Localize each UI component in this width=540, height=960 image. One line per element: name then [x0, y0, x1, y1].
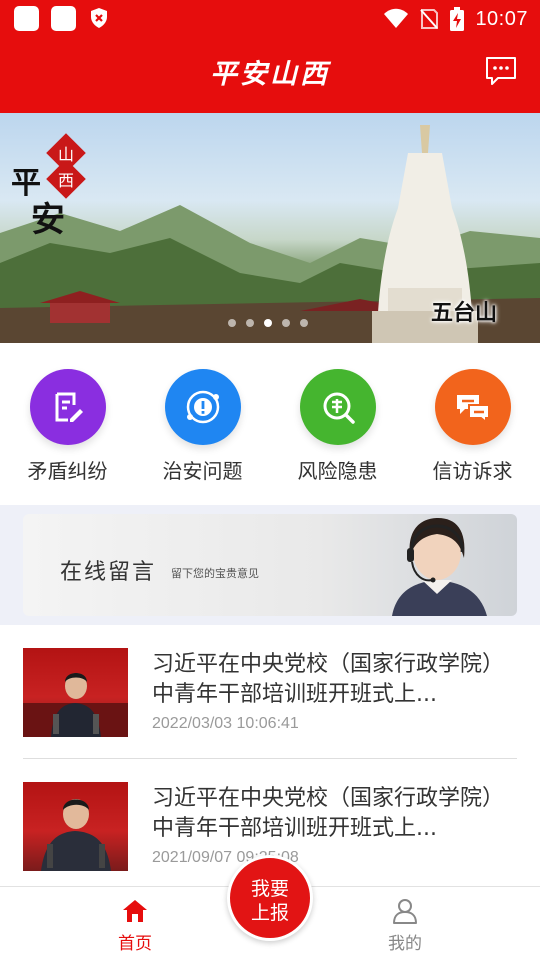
user-icon — [393, 899, 417, 924]
carousel-dot[interactable] — [228, 319, 236, 327]
chat-bubbles-icon — [434, 369, 511, 445]
svg-text:安: 安 — [31, 200, 65, 240]
quick-item-label: 风险隐患 — [297, 459, 378, 483]
carousel-dot[interactable] — [264, 319, 272, 327]
quick-action-grid: 矛盾纠纷 治安问题 风险隐患 信访诉求 — [0, 343, 540, 505]
notification-square-icon — [51, 6, 76, 31]
app-header-bar: 10:07 平安山西 — [0, 0, 540, 113]
ping-an-shanxi-logo: 山 西 平 安 — [11, 133, 86, 240]
message-icon[interactable] — [484, 55, 518, 87]
online-message-title: 在线留言 — [60, 560, 157, 585]
alert-orbit-icon — [164, 369, 241, 445]
wifi-icon — [384, 8, 409, 28]
report-button-label-line1: 我要 — [250, 878, 289, 900]
no-signal-icon — [420, 9, 439, 29]
nav-home[interactable]: 首页 — [75, 887, 195, 960]
svg-text:西: 西 — [58, 171, 74, 190]
carousel-dot[interactable] — [300, 319, 308, 327]
carousel-dots — [228, 319, 308, 327]
online-message-banner[interactable]: 在线留言 留下您的宝贵意见 — [23, 514, 517, 616]
news-list: 习近平在中央党校（国家行政学院）中青年干部培训班开班式上... 2022/03/… — [0, 625, 540, 892]
customer-service-agent-image — [392, 518, 487, 616]
news-thumbnail-image — [23, 648, 128, 737]
online-message-subtitle: 留下您的宝贵意见 — [171, 567, 259, 580]
quick-item-label: 治安问题 — [162, 459, 243, 483]
quick-item-public-security[interactable]: 治安问题 — [135, 343, 270, 505]
edit-document-icon — [29, 369, 106, 445]
news-thumbnail-image — [23, 782, 128, 871]
svg-text:山: 山 — [58, 145, 74, 164]
carousel-dot[interactable] — [246, 319, 254, 327]
news-title: 习近平在中央党校（国家行政学院）中青年干部培训班开班式上... — [152, 652, 505, 707]
banner-carousel[interactable]: 山 西 平 安 五台山 — [0, 113, 540, 343]
nav-mine-label: 我的 — [388, 934, 422, 954]
nav-mine[interactable]: 我的 — [345, 887, 465, 960]
nav-home-label: 首页 — [118, 934, 152, 954]
news-item[interactable]: 习近平在中央党校（国家行政学院）中青年干部培训班开班式上... 2022/03/… — [0, 625, 540, 759]
notification-square-icon — [14, 6, 39, 31]
carousel-dot[interactable] — [282, 319, 290, 327]
banner-caption: 五台山 — [431, 301, 498, 326]
page-title: 平安山西 — [210, 59, 330, 90]
status-time: 10:07 — [475, 7, 528, 30]
quick-item-risk[interactable]: 风险隐患 — [270, 343, 405, 505]
quick-item-dispute[interactable]: 矛盾纠纷 — [0, 343, 135, 505]
quick-item-label: 矛盾纠纷 — [27, 459, 108, 483]
report-button-label-line2: 上报 — [250, 902, 289, 924]
svg-text:平: 平 — [11, 166, 41, 201]
home-icon — [123, 900, 147, 922]
risk-search-icon — [299, 369, 376, 445]
online-message-section: 在线留言 留下您的宝贵意见 — [0, 505, 540, 625]
battery-charging-icon — [450, 7, 465, 31]
news-date: 2022/03/03 10:06:41 — [152, 715, 299, 732]
report-button[interactable]: 我要 上报 — [227, 855, 313, 941]
quick-item-petition[interactable]: 信访诉求 — [405, 343, 540, 505]
news-title: 习近平在中央党校（国家行政学院）中青年干部培训班开班式上... — [152, 786, 505, 841]
status-bar: 10:07 — [0, 0, 540, 38]
shield-x-icon — [91, 8, 107, 28]
quick-item-label: 信访诉求 — [432, 459, 513, 483]
